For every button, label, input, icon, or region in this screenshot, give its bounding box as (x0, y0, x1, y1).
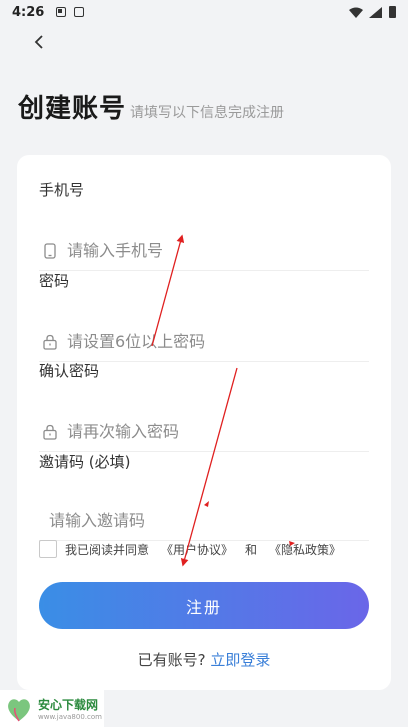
password-label: 密码 (39, 272, 70, 290)
invite-code-input[interactable] (49, 511, 329, 530)
phone-input[interactable] (67, 241, 347, 260)
lock-icon (41, 423, 59, 441)
password-field: 密码 (39, 270, 369, 362)
watermark-url: www.java800.com (38, 713, 102, 721)
phone-icon (41, 242, 59, 260)
user-agreement-link[interactable]: 《用户协议》 (161, 541, 233, 558)
screenshot-notification-icon (74, 7, 85, 17)
page-title: 创建账号 (18, 94, 127, 124)
status-time: 4:26 (12, 4, 45, 20)
confirm-password-input-row (39, 412, 369, 452)
chevron-left-icon (34, 35, 43, 49)
watermark: 安心下载网 www.java800.com (0, 690, 104, 727)
login-link[interactable]: 立即登录 (210, 651, 270, 669)
phone-field: 手机号 (39, 179, 369, 271)
agreement-checkbox[interactable] (39, 540, 57, 558)
status-bar: 4:26 (0, 0, 408, 24)
signal-icon (369, 6, 382, 18)
watermark-logo (8, 698, 30, 721)
watermark-name: 安心下载网 (38, 698, 99, 712)
password-input[interactable] (67, 332, 347, 351)
lock-icon (41, 333, 59, 351)
watermark-text: 安心下载网 www.java800.com (38, 696, 102, 721)
back-button[interactable] (28, 32, 50, 52)
wifi-icon (349, 7, 363, 18)
invite-code-input-row (39, 501, 369, 541)
agreement-row: 我已阅读并同意 《用户协议》 和 《隐私政策》 (39, 540, 341, 558)
register-form-card: 手机号 密码 确认密码 邀请码 (必填) (17, 155, 391, 690)
title-row: 创建账号 请填写以下信息完成注册 (18, 88, 284, 125)
register-button[interactable]: 注册 (39, 582, 369, 629)
invite-code-label: 邀请码 (必填) (39, 453, 131, 471)
password-input-row (39, 322, 369, 362)
confirm-password-field: 确认密码 (39, 360, 369, 452)
agreement-prefix: 我已阅读并同意 (65, 542, 150, 557)
status-right (349, 6, 396, 18)
privacy-policy-link[interactable]: 《隐私政策》 (269, 541, 341, 558)
phone-input-row (39, 231, 369, 271)
agreement-and: 和 (245, 542, 258, 557)
battery-icon (389, 6, 396, 18)
phone-label: 手机号 (39, 181, 85, 199)
confirm-password-label: 确认密码 (39, 362, 100, 380)
login-prompt: 已有账号? (137, 651, 206, 669)
invite-code-field: 邀请码 (必填) (39, 451, 369, 541)
page-subtitle: 请填写以下信息完成注册 (130, 105, 285, 121)
confirm-password-input[interactable] (67, 422, 347, 441)
login-row: 已有账号? 立即登录 (17, 649, 391, 670)
app-notification-icon (56, 7, 67, 17)
